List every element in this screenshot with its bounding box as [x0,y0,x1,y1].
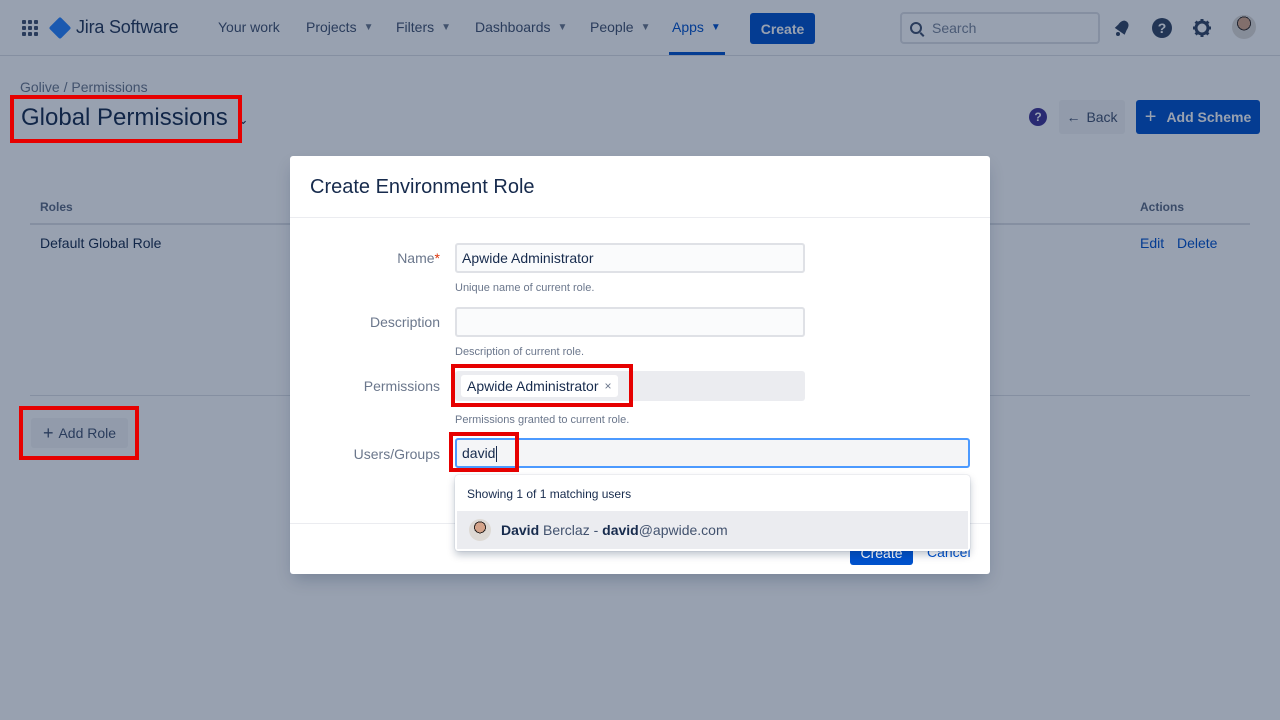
name-field[interactable]: Apwide Administrator [455,243,805,273]
user-suggestion-item[interactable]: David Berclaz - david@apwide.com [457,511,968,549]
description-field[interactable] [455,307,805,337]
user-first-name: David [501,522,540,538]
user-suggestion-text: David Berclaz - david@apwide.com [501,522,728,538]
dialog-divider [290,217,990,218]
permissions-help: Permissions granted to current role. [455,414,630,426]
name-help: Unique name of current role. [455,282,595,294]
user-last-name: Berclaz - [539,522,603,538]
required-mark: * [434,250,440,266]
users-groups-input[interactable]: david [455,438,970,468]
user-suggestions-dropdown: Showing 1 of 1 matching users David Berc… [455,475,970,551]
permissions-label: Permissions [363,378,440,394]
description-label: Description [369,314,440,330]
users-groups-label: Users/Groups [353,446,440,462]
annotation-highlight [10,95,242,143]
name-label-text: Name [397,250,435,266]
description-help: Description of current role. [455,346,584,358]
avatar [469,519,491,541]
user-email-match: david [602,522,639,538]
dialog-title: Create Environment Role [310,176,535,198]
annotation-highlight [451,364,633,407]
dropdown-header: Showing 1 of 1 matching users [467,487,632,501]
annotation-highlight [19,406,139,460]
user-email-domain: @apwide.com [638,522,728,538]
name-label: Name* [310,250,440,266]
annotation-highlight [449,432,519,472]
